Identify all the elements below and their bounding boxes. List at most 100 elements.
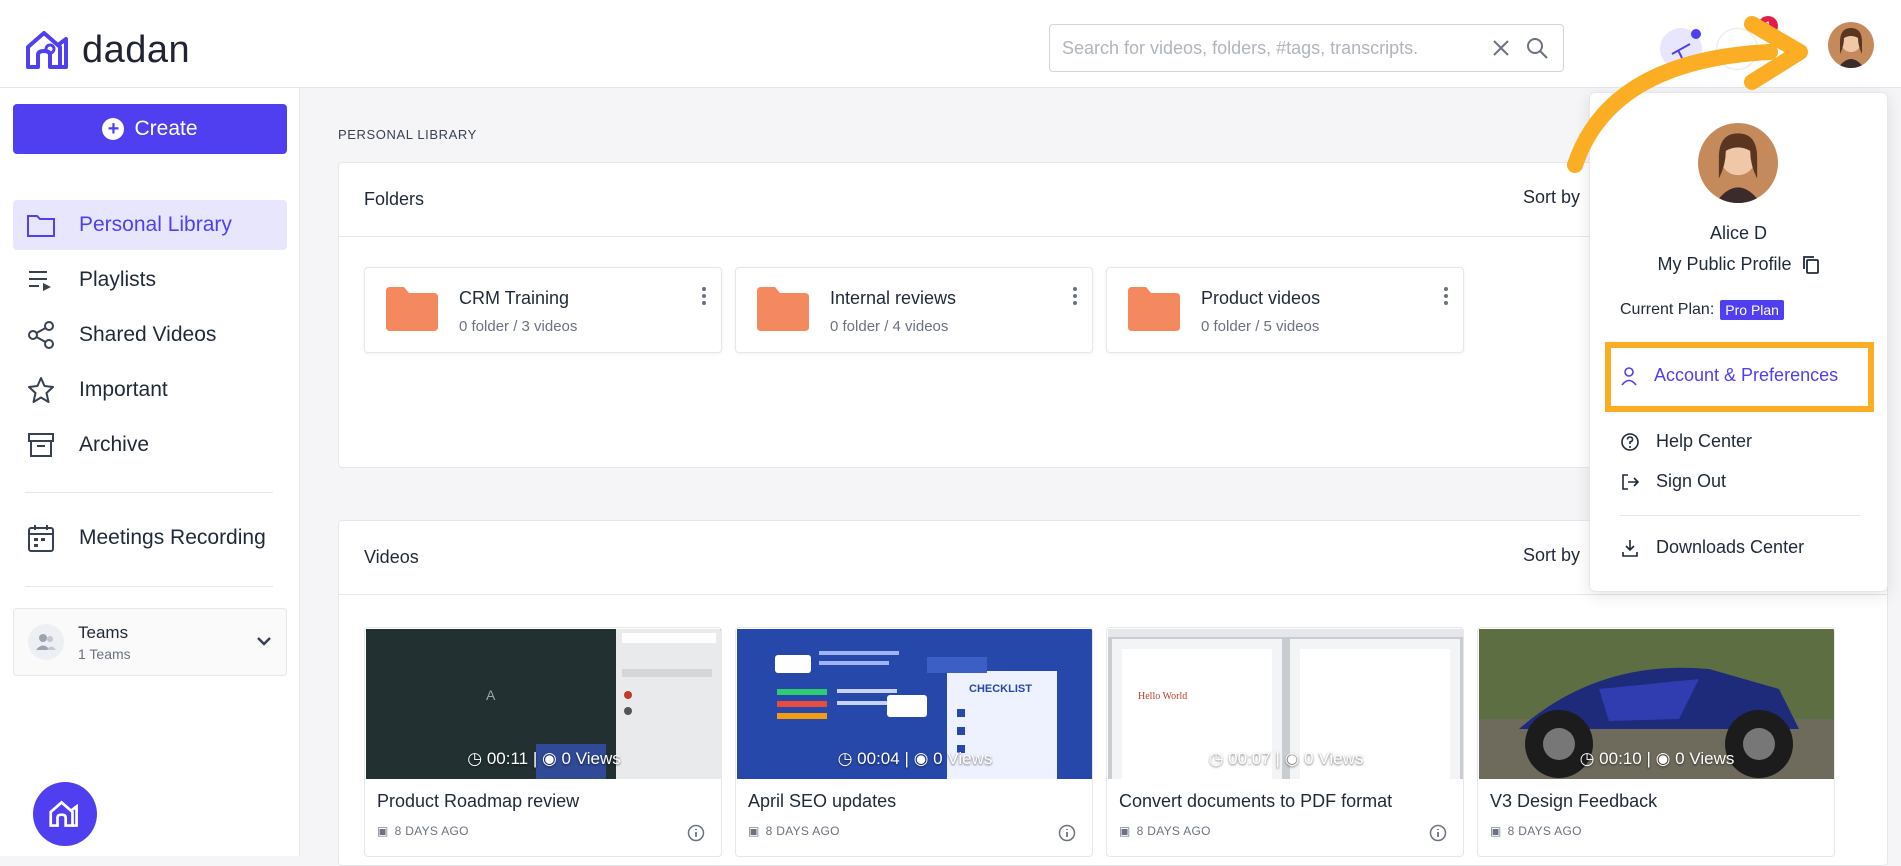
sidebar-item-shared-videos[interactable]: Shared Videos (13, 310, 287, 360)
menu-item-label: Help Center (1656, 431, 1753, 451)
sidebar: + Create Personal Library Playlists Shar… (0, 88, 300, 856)
sidebar-item-label: Archive (79, 433, 150, 456)
sidebar-item-personal-library[interactable]: Personal Library (13, 200, 287, 250)
folder-card[interactable]: Product videos 0 folder / 5 videos (1106, 267, 1464, 353)
video-title[interactable]: V3 Design Feedback (1490, 791, 1657, 812)
menu-item-label: Account & Preferences (1654, 365, 1839, 385)
video-stats: ◷ 00:07 | ◉ 0 Views (1208, 749, 1364, 768)
folder-icon (757, 287, 809, 331)
sidebar-divider (25, 492, 273, 493)
logo-icon (26, 31, 68, 69)
more-options-icon[interactable] (1072, 286, 1078, 306)
eye-icon: ◉ (1284, 749, 1305, 768)
logo-icon (49, 800, 78, 827)
download-icon (1622, 539, 1638, 557)
menu-item-help-center[interactable]: Help Center (1620, 431, 1752, 452)
video-title[interactable]: Product Roadmap review (377, 791, 579, 812)
video-thumbnail[interactable]: CHECKLIST ◷ 00:04 | ◉ 0 Views (737, 629, 1092, 779)
whats-new-icon[interactable] (1660, 28, 1702, 70)
public-profile-label: My Public Profile (1657, 254, 1792, 274)
teams-subtitle: 1 Teams (78, 645, 131, 662)
info-icon[interactable] (1058, 824, 1076, 842)
sidebar-item-playlists[interactable]: Playlists (13, 255, 287, 305)
eye-icon: ◉ (913, 749, 934, 768)
avatar (1698, 123, 1778, 203)
search-bar (1049, 24, 1564, 72)
sign-out-icon (1622, 473, 1640, 490)
thumbnail-text: CHECKLIST (969, 683, 1032, 695)
create-button[interactable]: + Create (13, 104, 287, 154)
videos-sort-dropdown[interactable]: Sort by (1523, 545, 1580, 566)
plan-badge: Pro Plan (1720, 300, 1784, 320)
video-card[interactable]: A ◷ 00:11 | ◉ 0 Views Product Roadmap re… (364, 627, 722, 857)
more-options-icon[interactable] (701, 286, 707, 306)
folder-card[interactable]: Internal reviews 0 folder / 4 videos (735, 267, 1093, 353)
video-duration: 00:04 (857, 749, 900, 768)
video-views: 0 Views (561, 749, 621, 768)
plus-icon: + (102, 118, 125, 140)
folder-meta: 0 folder / 4 videos (830, 318, 949, 335)
apps-icon[interactable] (1716, 28, 1758, 70)
more-options-icon[interactable] (1443, 286, 1449, 306)
clear-icon[interactable] (1487, 34, 1515, 62)
video-title[interactable]: April SEO updates (748, 791, 896, 812)
clock-icon: ◷ (1579, 749, 1600, 768)
share-icon (25, 319, 57, 351)
teams-title: Teams (78, 622, 129, 642)
playlist-icon (25, 264, 57, 296)
sidebar-item-archive[interactable]: Archive (13, 420, 287, 470)
plan-label: Current Plan: (1620, 301, 1715, 318)
video-thumbnail[interactable]: Hello World ◷ 00:07 | ◉ 0 Views (1108, 629, 1463, 779)
teams-selector[interactable]: Teams 1 Teams (13, 608, 287, 676)
help-icon (1621, 432, 1639, 451)
menu-item-account-preferences[interactable]: Account & Preferences (1620, 365, 1838, 386)
folder-meta: 0 folder / 5 videos (1201, 318, 1320, 335)
videos-title: Videos (364, 547, 419, 567)
avatar[interactable] (1828, 22, 1874, 68)
video-duration: 00:11 (486, 749, 529, 768)
sidebar-item-label: Personal Library (79, 213, 232, 236)
star-icon (25, 374, 57, 406)
folder-card[interactable]: CRM Training 0 folder / 3 videos (364, 267, 722, 353)
profile-name: Alice D (1709, 223, 1767, 243)
create-label: Create (134, 117, 198, 140)
thumbnail-text: A (486, 687, 496, 703)
copy-icon[interactable] (1802, 255, 1820, 275)
video-card[interactable]: ◷ 00:10 | ◉ 0 Views V3 Design Feedback ▣… (1477, 627, 1835, 857)
chevron-down-icon[interactable] (256, 633, 272, 651)
logo-text: dadan (82, 29, 191, 71)
video-card[interactable]: CHECKLIST ◷ 00:04 | ◉ 0 Views April SEO … (735, 627, 1093, 857)
eye-icon: ◉ (1655, 749, 1676, 768)
info-icon[interactable] (1429, 824, 1447, 842)
clock-icon: ◷ (467, 749, 487, 768)
top-bar: dadan 1 (0, 0, 1901, 88)
info-icon[interactable] (687, 824, 705, 842)
logo[interactable]: dadan (24, 28, 190, 72)
folders-sort-dropdown[interactable]: Sort by (1523, 187, 1580, 208)
sidebar-item-meetings-recording[interactable]: Meetings Recording (13, 513, 287, 563)
search-icon[interactable] (1523, 34, 1551, 62)
sidebar-item-label: Meetings Recording (79, 526, 266, 549)
public-profile-link[interactable]: My Public Profile (1590, 254, 1887, 275)
profile-menu: Alice D My Public Profile Current Plan: … (1589, 92, 1888, 592)
video-thumbnail[interactable]: A ◷ 00:11 | ◉ 0 Views (366, 629, 721, 779)
video-thumbnail[interactable]: ◷ 00:10 | ◉ 0 Views (1479, 629, 1834, 779)
sidebar-item-important[interactable]: Important (13, 365, 287, 415)
menu-divider (1620, 515, 1860, 516)
folder-icon (25, 209, 57, 241)
calendar-icon: ▣ (748, 824, 760, 838)
search-input[interactable] (1062, 37, 1479, 59)
sidebar-item-label: Shared Videos (79, 323, 217, 346)
help-launcher-button[interactable] (33, 782, 97, 846)
folder-icon (1128, 287, 1180, 331)
video-views: 0 Views (1675, 749, 1735, 768)
sidebar-divider (25, 586, 273, 587)
menu-item-sign-out[interactable]: Sign Out (1620, 471, 1726, 492)
calendar-icon: ▣ (1490, 824, 1502, 838)
video-card[interactable]: Hello World ◷ 00:07 | ◉ 0 Views Convert … (1106, 627, 1464, 857)
video-age: ▣ 8 DAYS AGO (748, 824, 840, 838)
thumbnail-text: Hello World (1138, 691, 1188, 702)
video-stats: ◷ 00:11 | ◉ 0 Views (467, 749, 621, 768)
video-title[interactable]: Convert documents to PDF format (1119, 791, 1392, 812)
menu-item-downloads-center[interactable]: Downloads Center (1620, 537, 1804, 558)
